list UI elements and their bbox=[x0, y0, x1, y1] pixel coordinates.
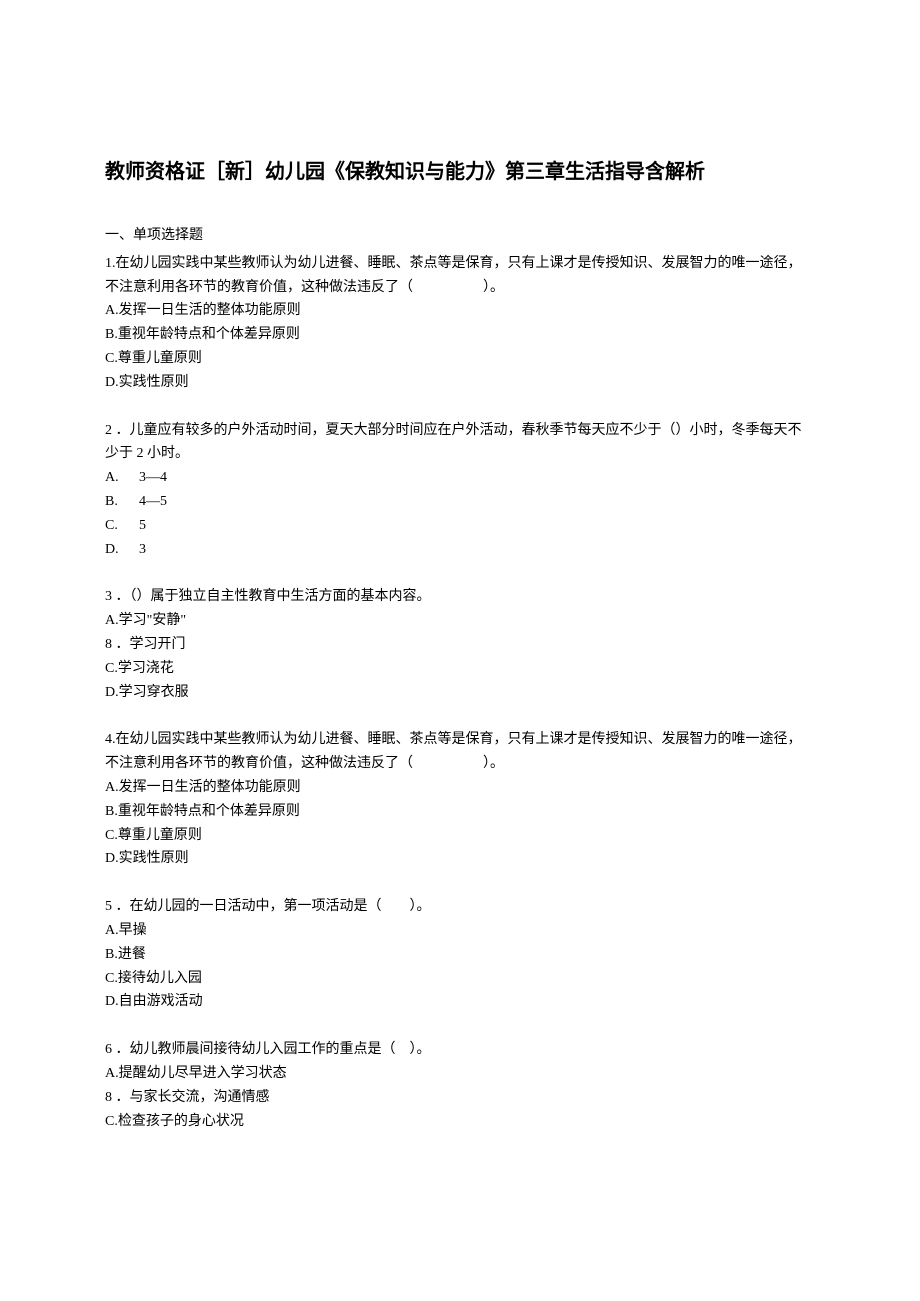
option-label: A. bbox=[105, 1066, 119, 1081]
question-option: B.4—5 bbox=[105, 490, 815, 514]
question-option: A.学习"安静" bbox=[105, 609, 815, 633]
question-option: C.检查孩子的身心状况 bbox=[105, 1110, 815, 1134]
option-label: D. bbox=[105, 994, 119, 1009]
option-text: 学习穿衣服 bbox=[119, 685, 189, 700]
option-text: 尊重儿童原则 bbox=[118, 351, 202, 366]
option-text: 早操 bbox=[119, 923, 147, 938]
question-stem: 5 ．在幼儿园的一日活动中，第一项活动是（ ）。 bbox=[105, 895, 815, 919]
document-title: 教师资格证［新］幼儿园《保教知识与能力》第三章生活指导含解析 bbox=[105, 155, 815, 184]
question-option: C.尊重儿童原则 bbox=[105, 824, 815, 848]
option-label: D. bbox=[105, 538, 139, 562]
option-text: 5 bbox=[139, 518, 146, 533]
question-stem: 3 ．（）属于独立自主性教育中生活方面的基本内容。 bbox=[105, 585, 815, 609]
option-label: D. bbox=[105, 851, 119, 866]
question-option: C.学习浇花 bbox=[105, 657, 815, 681]
option-label: C. bbox=[105, 514, 139, 538]
question-block: 2 ．儿童应有较多的户外活动时间，夏天大部分时间应在户外活动，春秋季节每天应不少… bbox=[105, 419, 815, 562]
option-text: 接待幼儿入园 bbox=[118, 971, 202, 986]
question-option: A.早操 bbox=[105, 919, 815, 943]
question-stem: 2 ．儿童应有较多的户外活动时间，夏天大部分时间应在户外活动，春秋季节每天应不少… bbox=[105, 419, 815, 467]
question-option: A.提醒幼儿尽早进入学习状态 bbox=[105, 1062, 815, 1086]
question-option: D.自由游戏活动 bbox=[105, 990, 815, 1014]
option-label: A. bbox=[105, 303, 119, 318]
option-label: C. bbox=[105, 351, 118, 366]
document-page: 教师资格证［新］幼儿园《保教知识与能力》第三章生活指导含解析 一、单项选择题 1… bbox=[0, 0, 920, 1213]
option-label: A. bbox=[105, 923, 119, 938]
option-text: 学习浇花 bbox=[118, 661, 174, 676]
question-block: 4.在幼儿园实践中某些教师认为幼儿进餐、睡眠、茶点等是保育，只有上课才是传授知识… bbox=[105, 728, 815, 871]
question-option: 8 ．学习开门 bbox=[105, 633, 815, 657]
option-text: 尊重儿童原则 bbox=[118, 828, 202, 843]
question-option: B.进餐 bbox=[105, 943, 815, 967]
option-text: 4—5 bbox=[139, 494, 167, 509]
option-text: 3—4 bbox=[139, 470, 167, 485]
option-label: C. bbox=[105, 661, 118, 676]
question-option: D.学习穿衣服 bbox=[105, 681, 815, 705]
question-stem: 4.在幼儿园实践中某些教师认为幼儿进餐、睡眠、茶点等是保育，只有上课才是传授知识… bbox=[105, 728, 815, 776]
question-stem: 6 ．幼儿教师晨间接待幼儿入园工作的重点是（ ）。 bbox=[105, 1038, 815, 1062]
option-label: C. bbox=[105, 828, 118, 843]
option-text: 发挥一日生活的整体功能原则 bbox=[119, 780, 301, 795]
question-block: 3 ．（）属于独立自主性教育中生活方面的基本内容。A.学习"安静"8 ．学习开门… bbox=[105, 585, 815, 704]
question-block: 1.在幼儿园实践中某些教师认为幼儿进餐、睡眠、茶点等是保育，只有上课才是传授知识… bbox=[105, 252, 815, 395]
questions-container: 1.在幼儿园实践中某些教师认为幼儿进餐、睡眠、茶点等是保育，只有上课才是传授知识… bbox=[105, 252, 815, 1134]
option-label: B. bbox=[105, 327, 118, 342]
option-label: B. bbox=[105, 490, 139, 514]
option-label: B. bbox=[105, 947, 118, 962]
option-label: A. bbox=[105, 466, 139, 490]
option-text: 发挥一日生活的整体功能原则 bbox=[119, 303, 301, 318]
section-label: 一、单项选择题 bbox=[105, 224, 815, 248]
option-label: B. bbox=[105, 804, 118, 819]
question-option: D.3 bbox=[105, 538, 815, 562]
question-block: 6 ．幼儿教师晨间接待幼儿入园工作的重点是（ ）。A.提醒幼儿尽早进入学习状态8… bbox=[105, 1038, 815, 1133]
option-text: 提醒幼儿尽早进入学习状态 bbox=[119, 1066, 287, 1081]
question-option: C.5 bbox=[105, 514, 815, 538]
option-label: C. bbox=[105, 1114, 118, 1129]
question-option: B.重视年龄特点和个体差异原则 bbox=[105, 800, 815, 824]
question-stem: 1.在幼儿园实践中某些教师认为幼儿进餐、睡眠、茶点等是保育，只有上课才是传授知识… bbox=[105, 252, 815, 300]
option-text: 自由游戏活动 bbox=[119, 994, 203, 1009]
question-option: D.实践性原则 bbox=[105, 371, 815, 395]
option-label: 8 bbox=[105, 637, 112, 652]
question-option: C.尊重儿童原则 bbox=[105, 347, 815, 371]
option-text: ．与家长交流，沟通情感 bbox=[112, 1090, 270, 1105]
option-label: C. bbox=[105, 971, 118, 986]
question-option: A.3—4 bbox=[105, 466, 815, 490]
question-option: C.接待幼儿入园 bbox=[105, 967, 815, 991]
option-text: ．学习开门 bbox=[112, 637, 186, 652]
option-label: A. bbox=[105, 613, 119, 628]
option-text: 检查孩子的身心状况 bbox=[118, 1114, 244, 1129]
option-label: 8 bbox=[105, 1090, 112, 1105]
option-text: 实践性原则 bbox=[119, 851, 189, 866]
question-option: A.发挥一日生活的整体功能原则 bbox=[105, 299, 815, 323]
option-text: 重视年龄特点和个体差异原则 bbox=[118, 327, 300, 342]
question-option: 8 ．与家长交流，沟通情感 bbox=[105, 1086, 815, 1110]
option-text: 3 bbox=[139, 542, 146, 557]
question-option: B.重视年龄特点和个体差异原则 bbox=[105, 323, 815, 347]
option-label: D. bbox=[105, 685, 119, 700]
option-text: 学习"安静" bbox=[119, 613, 186, 628]
question-option: D.实践性原则 bbox=[105, 847, 815, 871]
question-block: 5 ．在幼儿园的一日活动中，第一项活动是（ ）。A.早操B.进餐C.接待幼儿入园… bbox=[105, 895, 815, 1014]
option-text: 进餐 bbox=[118, 947, 146, 962]
option-label: A. bbox=[105, 780, 119, 795]
option-label: D. bbox=[105, 375, 119, 390]
option-text: 重视年龄特点和个体差异原则 bbox=[118, 804, 300, 819]
question-option: A.发挥一日生活的整体功能原则 bbox=[105, 776, 815, 800]
option-text: 实践性原则 bbox=[119, 375, 189, 390]
